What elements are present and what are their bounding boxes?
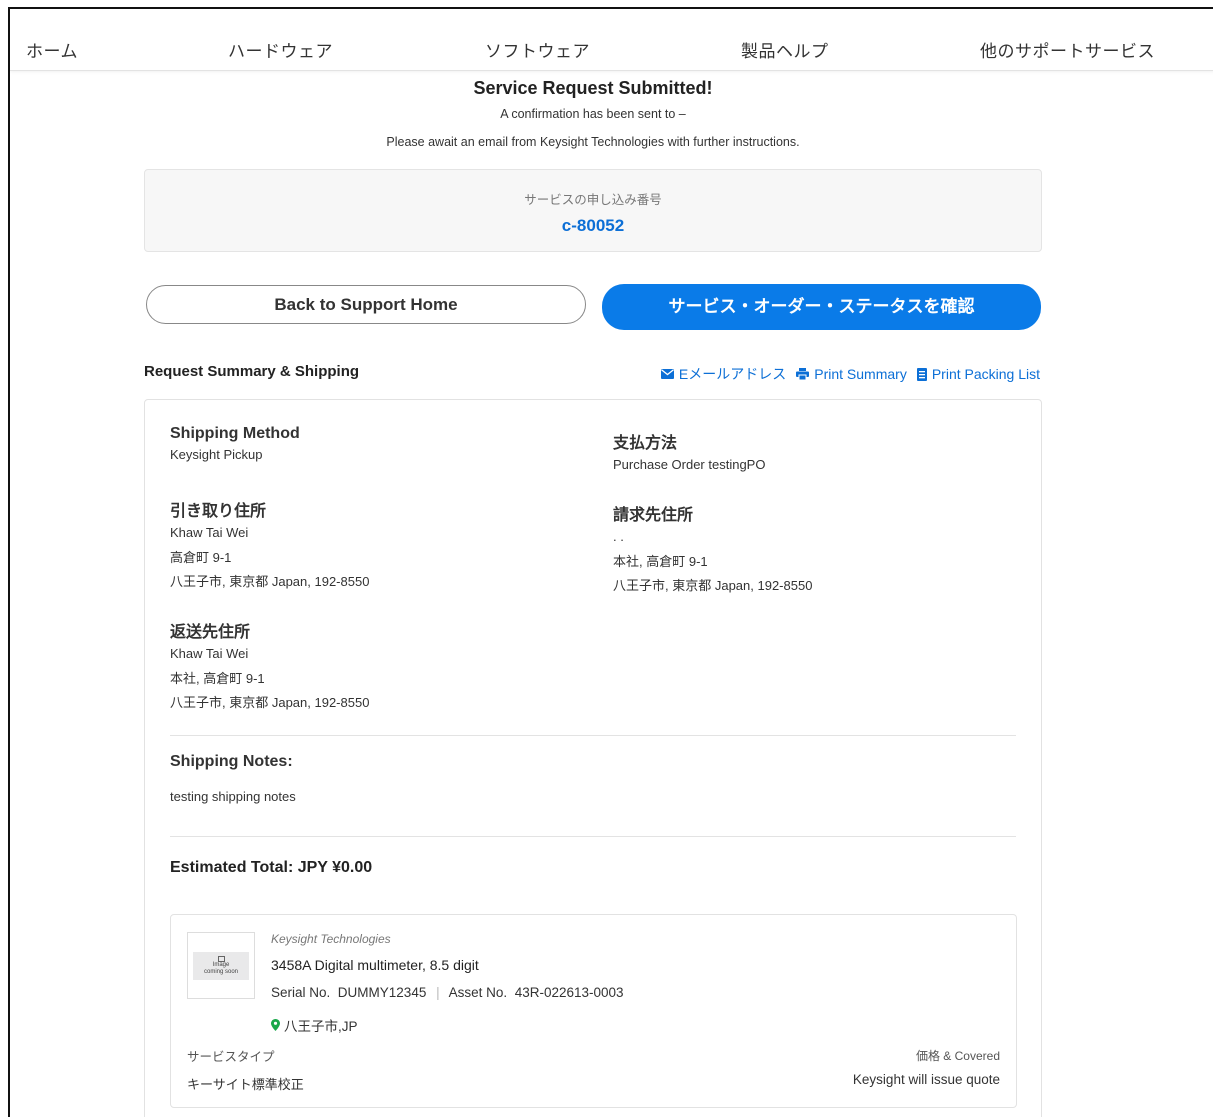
print-summary-link[interactable]: Print Summary [796,364,907,384]
separator: | [436,985,440,1000]
serial-label: Serial No. [271,985,331,1000]
location-text: 八王子市,JP [284,1019,358,1034]
service-type-value: キーサイト標準校正 [187,1078,304,1093]
email-link[interactable]: Eメールアドレス [660,364,787,384]
payment-method-value: Purchase Order testingPO [613,457,766,472]
item-model: 3458A Digital multimeter, 8.5 digit [271,957,479,973]
asset-value: 43R-022613-0003 [514,985,624,1000]
email-link-label: Eメールアドレス [678,366,787,382]
service-type-label: サービスタイプ [187,1049,275,1064]
printer-icon [796,368,810,380]
document-icon [916,367,927,381]
asset-label: Asset No. [448,985,508,1000]
pickup-address-line: 八王子市, 東京都 Japan, 192-8550 [170,574,370,589]
request-number: c-80052 [561,216,625,235]
location-pin-icon [271,1019,280,1031]
pickup-address-line: Khaw Tai Wei [170,525,249,540]
confirmation-title: Service Request Submitted! [473,78,713,98]
summary-card: Shipping Method Keysight Pickup 引き取り住所 K… [144,399,1042,1117]
nav-item-software[interactable]: ソフトウェア [485,37,590,62]
billing-address-line: . . [613,529,624,544]
shipping-method-label: Shipping Method [170,425,300,442]
divider [170,735,1016,736]
summary-section-title: Request Summary & Shipping [144,363,360,380]
divider [170,836,1016,837]
envelope-icon [660,369,674,379]
nav-item-product-help[interactable]: 製品ヘルプ [741,37,829,62]
nav-item-hardware[interactable]: ハードウェア [228,37,333,62]
shipping-notes-value: testing shipping notes [170,789,296,804]
check-order-status-button[interactable]: サービス・オーダー・ステータスを確認 [602,284,1041,330]
confirmation-instructions: Please await an email from Keysight Tech… [386,135,800,149]
print-summary-label: Print Summary [814,366,907,382]
product-image-placeholder: Image coming soon [187,932,255,999]
payment-method-label: 支払方法 [613,433,678,452]
price-label: 価格 & Covered [915,1049,1000,1063]
shipping-notes-label: Shipping Notes: [170,753,293,770]
print-packing-list-link[interactable]: Print Packing List [916,364,1040,384]
billing-address-label: 請求先住所 [613,505,694,524]
estimated-total: Estimated Total: JPY ¥0.00 [170,859,373,876]
pickup-address: 引き取り住所 Khaw Tai Wei 高倉町 9-1 八王子市, 東京都 Ja… [170,497,369,595]
summary-actions: Eメールアドレス Print Summary Print Packing Lis… [660,364,1040,384]
price-value: Keysight will issue quote [852,1072,1000,1087]
line-item-card: Image coming soon Keysight Technologies … [170,914,1017,1108]
shipping-method: Shipping Method Keysight Pickup [170,425,300,468]
return-address-line: 本社, 高倉町 9-1 [170,670,265,686]
shipping-method-value: Keysight Pickup [170,447,263,462]
pickup-address-label: 引き取り住所 [170,501,267,520]
page-frame: ホーム ハードウェア ソフトウェア 製品ヘルプ 他のサポートサービス Servi… [8,7,1213,1117]
item-identifiers: Serial No. DUMMY12345 | Asset No. 43R-02… [271,985,624,1000]
item-location: 八王子市,JP [271,1015,358,1035]
return-address-label: 返送先住所 [170,622,251,641]
item-brand: Keysight Technologies [271,932,391,946]
billing-address: 請求先住所 . . 本社, 高倉町 9-1 八王子市, 東京都 Japan, 1… [613,501,812,599]
pickup-address-line: 高倉町 9-1 [170,549,232,565]
nav-item-other-support[interactable]: 他のサポートサービス [980,37,1155,62]
back-to-support-home-button[interactable]: Back to Support Home [146,285,586,324]
return-address-line: 八王子市, 東京都 Japan, 192-8550 [170,695,370,710]
return-address: 返送先住所 Khaw Tai Wei 本社, 高倉町 9-1 八王子市, 東京都… [170,618,369,716]
image-coming-soon: Image coming soon [193,951,249,980]
image-coming-soon-text: Image coming soon [203,961,239,975]
return-address-line: Khaw Tai Wei [170,646,249,661]
confirmation-sent-text: A confirmation has been sent to – [500,107,686,121]
request-number-box: サービスの申し込み番号 c-80052 [144,169,1042,252]
payment-method: 支払方法 Purchase Order testingPO [613,429,765,478]
billing-address-line: 八王子市, 東京都 Japan, 192-8550 [613,578,813,593]
top-navigation: ホーム ハードウェア ソフトウェア 製品ヘルプ 他のサポートサービス [10,9,1213,71]
serial-value: DUMMY12345 [337,985,427,1000]
billing-address-line: 本社, 高倉町 9-1 [613,553,708,569]
request-number-label: サービスの申し込み番号 [524,192,662,207]
print-packing-list-label: Print Packing List [931,366,1040,382]
nav-item-home[interactable]: ホーム [26,37,78,62]
